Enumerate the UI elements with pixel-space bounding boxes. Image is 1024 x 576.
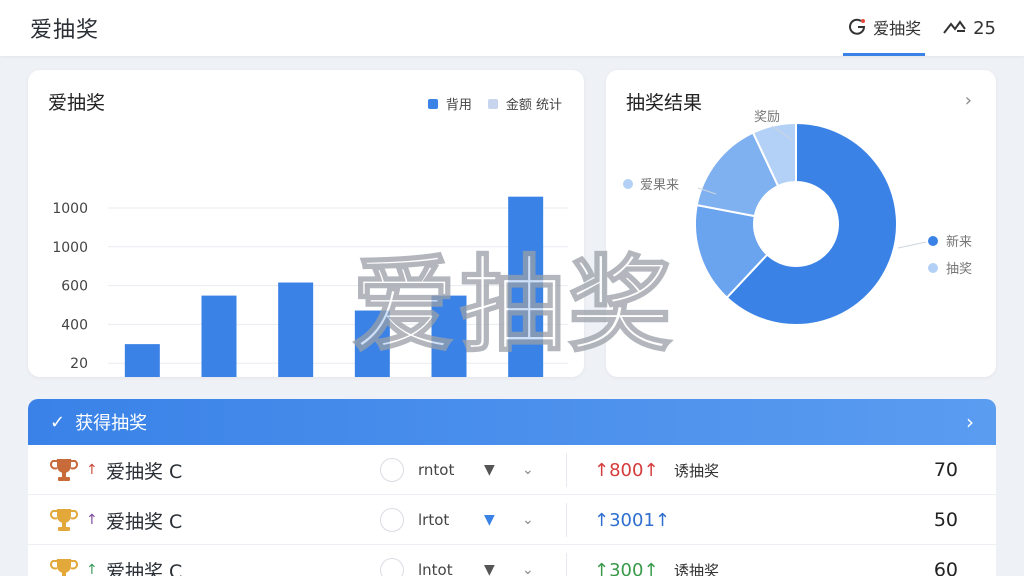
pie-label: 抽奖 (946, 262, 972, 277)
bar[interactable] (508, 196, 544, 377)
legend-item-secondary[interactable]: 金额 统计 (487, 94, 562, 113)
chevron-right-icon[interactable]: › (965, 90, 972, 111)
pie-label-dot (623, 179, 633, 189)
arrow-up-icon: ↑ (86, 562, 98, 576)
trophy-icon (50, 545, 82, 576)
chevron-down-icon[interactable]: ⌄ (522, 445, 534, 495)
sort-triangle-icon[interactable]: ▼ (484, 495, 495, 545)
row-code: lrtot (418, 511, 450, 529)
arrow-up-icon: ↑ (86, 462, 98, 478)
change-label: 诱抽奖 (674, 461, 720, 480)
sort-triangle-icon[interactable]: ▼ (484, 445, 495, 495)
divider (566, 503, 567, 537)
trophy-icon (50, 495, 82, 545)
change-value: ↑3001↑ (594, 509, 670, 531)
score-value: 50 (933, 509, 958, 531)
brand-label: 爱抽奖 (873, 18, 922, 38)
bar-chart: 02040060010001000周一周3周D周五周A周六 (52, 196, 568, 377)
row-code: lntot (418, 561, 453, 576)
legend-label-primary: 背用 (445, 98, 472, 113)
pie-label-dot (928, 263, 938, 273)
pie-label: 奖励 (754, 110, 780, 125)
legend-swatch-primary (427, 98, 438, 109)
bar[interactable] (354, 310, 390, 377)
y-tick-label: 600 (61, 279, 88, 295)
bar-chart-card: 02040060010001000周一周3周D周五周A周六 爱抽奖 背用 金额 … (28, 70, 584, 377)
donut-chart: 奖励爱果来新来抽奖 (623, 110, 972, 326)
change-value: ↑800↑ (594, 459, 659, 481)
y-tick-label: 20 (70, 356, 88, 372)
y-tick-label: 400 (61, 317, 88, 333)
chevron-down-icon[interactable]: ⌄ (522, 545, 534, 576)
results-table-body: ↑ 爱抽奖 C rntot ▼ ⌄ ↑800↑ 诱抽奖 70 ↑ 爱抽奖 C l… (28, 445, 996, 576)
pie-card-title: 抽奖结果 (626, 92, 703, 114)
pie-label: 新来 (946, 234, 972, 250)
trophy-icon (50, 445, 82, 495)
chevron-down-icon[interactable]: ⌄ (522, 495, 534, 545)
y-tick-label: 1000 (52, 201, 88, 217)
radio-button[interactable] (380, 445, 404, 495)
legend-swatch-secondary (487, 98, 498, 109)
table-row[interactable]: ↑ 爱抽奖 C lrtot ▼ ⌄ ↑3001↑ 50 (28, 495, 996, 545)
points-indicator[interactable]: 25 (943, 18, 996, 39)
divider (566, 553, 567, 576)
bar[interactable] (278, 282, 314, 377)
row-name: 爱抽奖 C (106, 560, 183, 576)
pie-label-dot (928, 236, 938, 246)
row-name: 爱抽奖 C (106, 510, 183, 533)
legend-label-secondary: 金额 统计 (505, 98, 562, 113)
score-value: 60 (933, 559, 958, 576)
chevron-right-icon[interactable]: › (966, 410, 974, 434)
bar[interactable] (201, 295, 237, 377)
change-label: 诱抽奖 (674, 561, 720, 576)
points-value: 25 (973, 17, 996, 39)
bar-legend: 背用 金额 统计 (427, 94, 562, 113)
app-title: 爱抽奖 (30, 18, 100, 43)
radio-button[interactable] (380, 495, 404, 545)
radio-button[interactable] (380, 545, 404, 576)
table-row[interactable]: ↑ 爱抽奖 C rntot ▼ ⌄ ↑800↑ 诱抽奖 70 (28, 445, 996, 495)
gift-logo-icon (849, 18, 866, 35)
top-right-area: 爱抽奖 25 (843, 0, 996, 56)
score-value: 70 (933, 459, 958, 481)
sort-triangle-icon[interactable]: ▼ (484, 545, 495, 576)
results-table-title: 获得抽奖 (75, 413, 148, 434)
change-value: ↑300↑ (594, 559, 659, 576)
row-code: rntot (418, 461, 455, 479)
y-tick-label: 1000 (52, 240, 88, 256)
top-bar: 爱抽奖 爱抽奖 25 (0, 0, 1024, 56)
table-row[interactable]: ↑ 爱抽奖 C lntot ▼ ⌄ ↑300↑ 诱抽奖 60 (28, 545, 996, 576)
legend-item-primary[interactable]: 背用 (427, 94, 472, 113)
divider (566, 453, 567, 487)
brand-tab[interactable]: 爱抽奖 (843, 0, 926, 56)
row-name: 爱抽奖 C (106, 460, 183, 483)
trend-icon (943, 20, 966, 34)
check-icon: ✓ (50, 411, 66, 433)
results-table-header[interactable]: ✓ 获得抽奖 › (28, 399, 996, 445)
bar-card-title: 爱抽奖 (48, 92, 106, 114)
pie-chart-card: 奖励爱果来新来抽奖 抽奖结果 › (606, 70, 996, 377)
bar[interactable] (431, 295, 467, 377)
pie-label: 爱果来 (640, 178, 679, 193)
bar[interactable] (124, 344, 160, 377)
leader-line (897, 241, 927, 249)
arrow-up-icon: ↑ (86, 512, 98, 528)
